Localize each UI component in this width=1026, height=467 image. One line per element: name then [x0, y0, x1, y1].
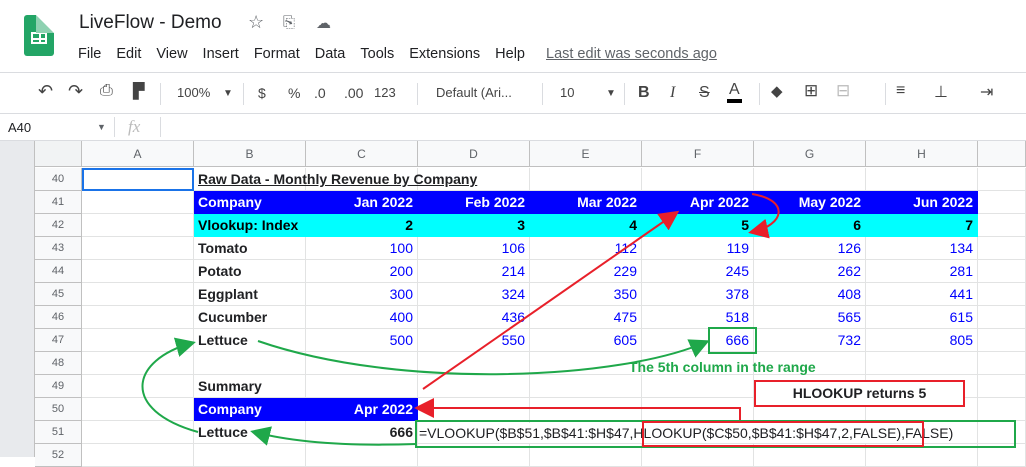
- fifth-column-label: The 5th column in the range: [629, 359, 816, 375]
- arrow-lettuce51-to-lettuce47: [141, 337, 199, 433]
- formula-box: [415, 420, 1016, 448]
- hlookup-box: [642, 421, 924, 447]
- highlight-666: [708, 327, 757, 354]
- arrow-formula-to-lettuce: [250, 426, 417, 446]
- arrow-index-5: [748, 193, 780, 239]
- arrow-hlookup-to-header: [414, 398, 741, 420]
- hlookup-returns-label: HLOOKUP returns 5: [792, 385, 927, 401]
